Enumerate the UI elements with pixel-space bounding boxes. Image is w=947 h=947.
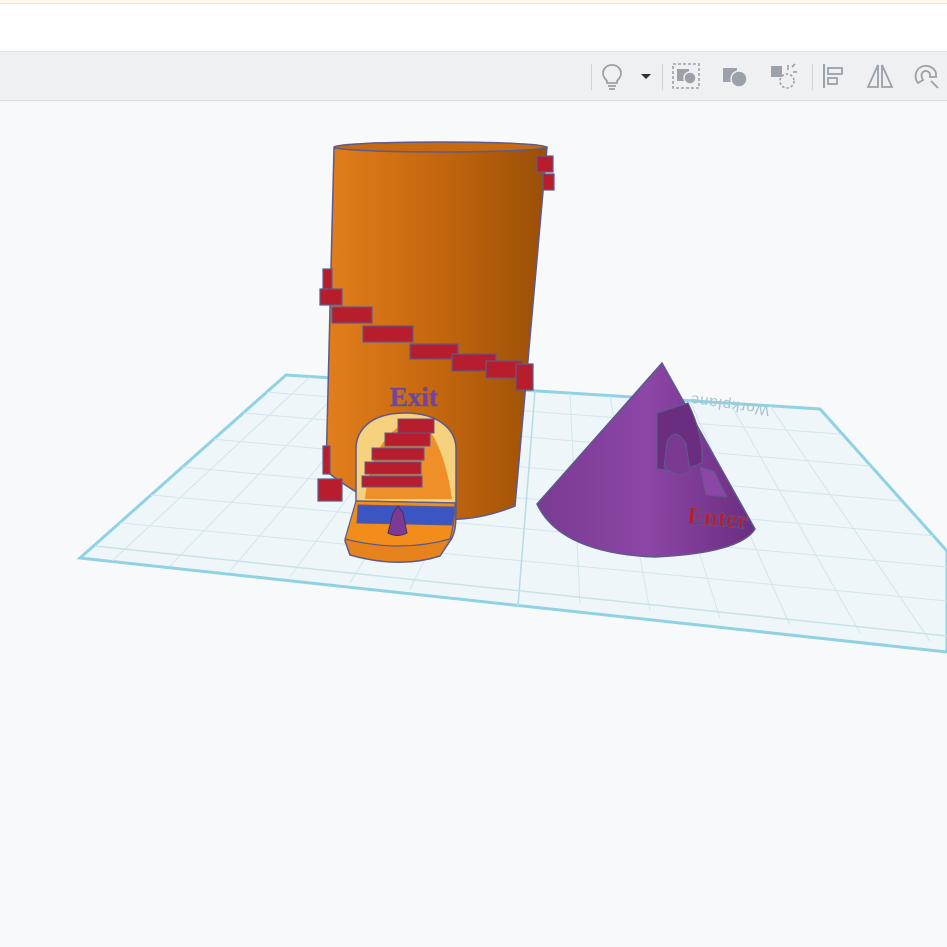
lights-button[interactable] — [596, 60, 628, 92]
mirror-icon — [866, 64, 894, 88]
cruise-button[interactable] — [910, 60, 942, 92]
align-icon — [823, 64, 843, 88]
3d-viewport[interactable]: Workplane Exit Enter — [0, 101, 947, 947]
toolbar-separator — [662, 64, 663, 90]
cruise-magnet-icon — [914, 64, 939, 89]
tower-doorway — [355, 412, 457, 514]
light-options-dropdown[interactable] — [632, 60, 660, 92]
tower-ramp — [344, 500, 457, 563]
title-bar — [0, 4, 947, 52]
group-icon — [672, 63, 700, 89]
toolbar — [0, 52, 947, 101]
ungroup-icon — [723, 68, 748, 88]
hole-icon — [771, 63, 797, 89]
hole-button[interactable] — [767, 60, 799, 92]
tower-exit-text: Exit — [390, 382, 438, 412]
toolbar-separator — [812, 64, 813, 90]
lightbulb-icon — [602, 64, 622, 90]
align-button[interactable] — [818, 60, 850, 92]
toolbar-separator — [591, 64, 592, 90]
mirror-button[interactable] — [864, 60, 896, 92]
cone-enter-text: Enter — [686, 502, 749, 534]
ungroup-button[interactable] — [719, 60, 751, 92]
dropdown-caret-icon — [641, 74, 651, 79]
group-button[interactable] — [670, 60, 702, 92]
